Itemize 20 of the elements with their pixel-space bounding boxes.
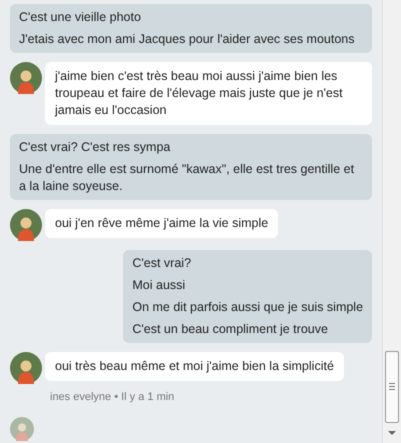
scrollbar[interactable] — [382, 0, 401, 443]
message-text: j'aime bien c'est très beau moi aussi j'aime bien les troupeau et faire de l'élevage mais juste que je n'est jamais eu l'occasion — [55, 68, 344, 119]
scroll-down-icon[interactable] — [388, 431, 396, 435]
avatar — [10, 352, 42, 384]
message-meta: ines evelyne • Il y a 1 min — [50, 391, 176, 403]
avatar — [10, 62, 42, 94]
message-text: Moi aussi — [132, 277, 186, 294]
message-text: Une d'entre elle est surnomé "kawax", elle est tres gentille et a la laine soyeuse. — [19, 161, 356, 195]
message-text: oui très beau même et moi j'aime bien la simplicité — [55, 358, 334, 375]
message-text: C'est vrai? — [132, 255, 192, 272]
avatar — [10, 209, 42, 241]
message-text: On me dit parfois aussi que je suis simple — [132, 299, 364, 316]
message-text: C'est une vieille photo — [19, 9, 142, 26]
message-text: C'est un beau compliment je trouve — [132, 321, 329, 338]
message-text: oui j'en rêve même j'aime la vie simple — [55, 215, 268, 232]
message-text: C'est vrai? C'est res sympa — [19, 139, 172, 156]
scroll-thumb[interactable] — [385, 351, 400, 423]
message-text: J'etais avec mon ami Jacques pour l'aider avec ses moutons — [19, 31, 356, 48]
avatar — [10, 417, 34, 441]
grip-icon — [389, 383, 396, 391]
